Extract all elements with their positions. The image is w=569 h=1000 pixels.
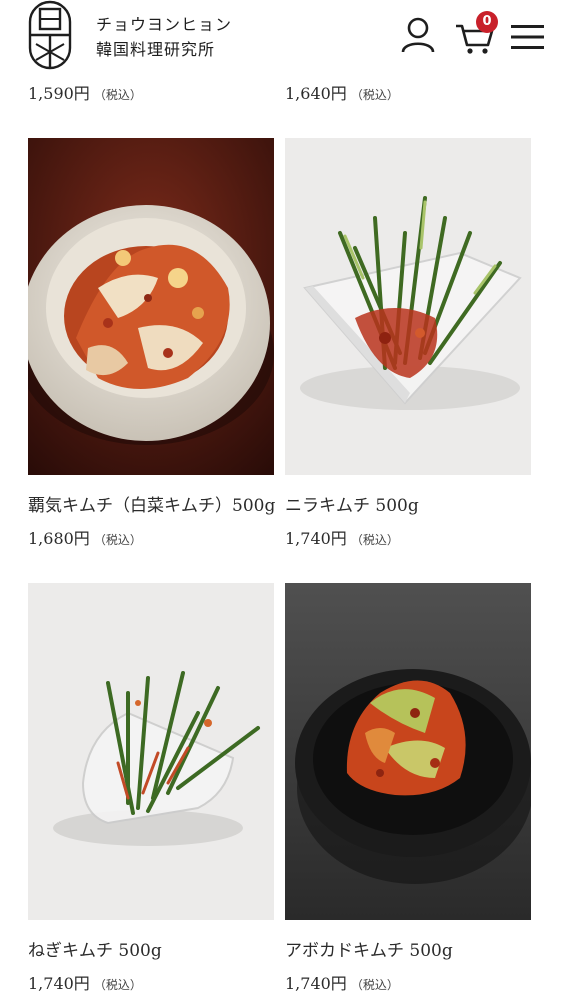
price-value: 1,680円: [28, 529, 90, 548]
brand-name-kana[interactable]: チョウヨンヒョン: [96, 11, 232, 35]
product-name[interactable]: ねぎキムチ 500g: [28, 936, 162, 961]
product-price: 1,680円 （税込）: [28, 525, 142, 549]
price-value: 1,640円: [285, 84, 347, 103]
product-image-avocado-kimchi[interactable]: [285, 583, 531, 920]
tax-note: （税込）: [350, 978, 399, 992]
hamburger-menu-icon[interactable]: [511, 24, 544, 50]
tax-note: （税込）: [350, 533, 399, 547]
product-name[interactable]: 覇気キムチ（白菜キムチ）500g: [28, 491, 275, 516]
logo-icon[interactable]: [28, 0, 72, 70]
product-name[interactable]: アボカドキムチ 500g: [285, 936, 453, 961]
product-image-green-onion-kimchi[interactable]: [28, 583, 274, 920]
product-price: 1,740円 （税込）: [28, 970, 142, 994]
product-name[interactable]: ニラキムチ 500g: [285, 491, 419, 516]
product-image-napa-cabbage-kimchi[interactable]: [28, 138, 274, 475]
product-price: 1,740円 （税込）: [285, 970, 399, 994]
tax-note: （税込）: [93, 88, 142, 102]
tax-note: （税込）: [93, 533, 142, 547]
brand-name-kanji[interactable]: 韓国料理研究所: [96, 36, 215, 60]
site-header: チョウヨンヒョン 韓国料理研究所 0: [0, 0, 569, 72]
account-icon[interactable]: [400, 16, 436, 54]
tax-note: （税込）: [93, 978, 142, 992]
product-price: 1,640円 （税込）: [285, 80, 399, 104]
product-price: 1,740円 （税込）: [285, 525, 399, 549]
product-price: 1,590円 （税込）: [28, 80, 142, 104]
product-list-page: チョウヨンヒョン 韓国料理研究所 0 1,590円 （税込） 1,640円 （税込）: [0, 0, 569, 1000]
cart-count-badge[interactable]: 0: [476, 11, 498, 33]
price-value: 1,590円: [28, 84, 90, 103]
product-image-chive-kimchi[interactable]: [285, 138, 531, 475]
price-value: 1,740円: [28, 974, 90, 993]
tax-note: （税込）: [350, 88, 399, 102]
price-value: 1,740円: [285, 974, 347, 993]
price-value: 1,740円: [285, 529, 347, 548]
